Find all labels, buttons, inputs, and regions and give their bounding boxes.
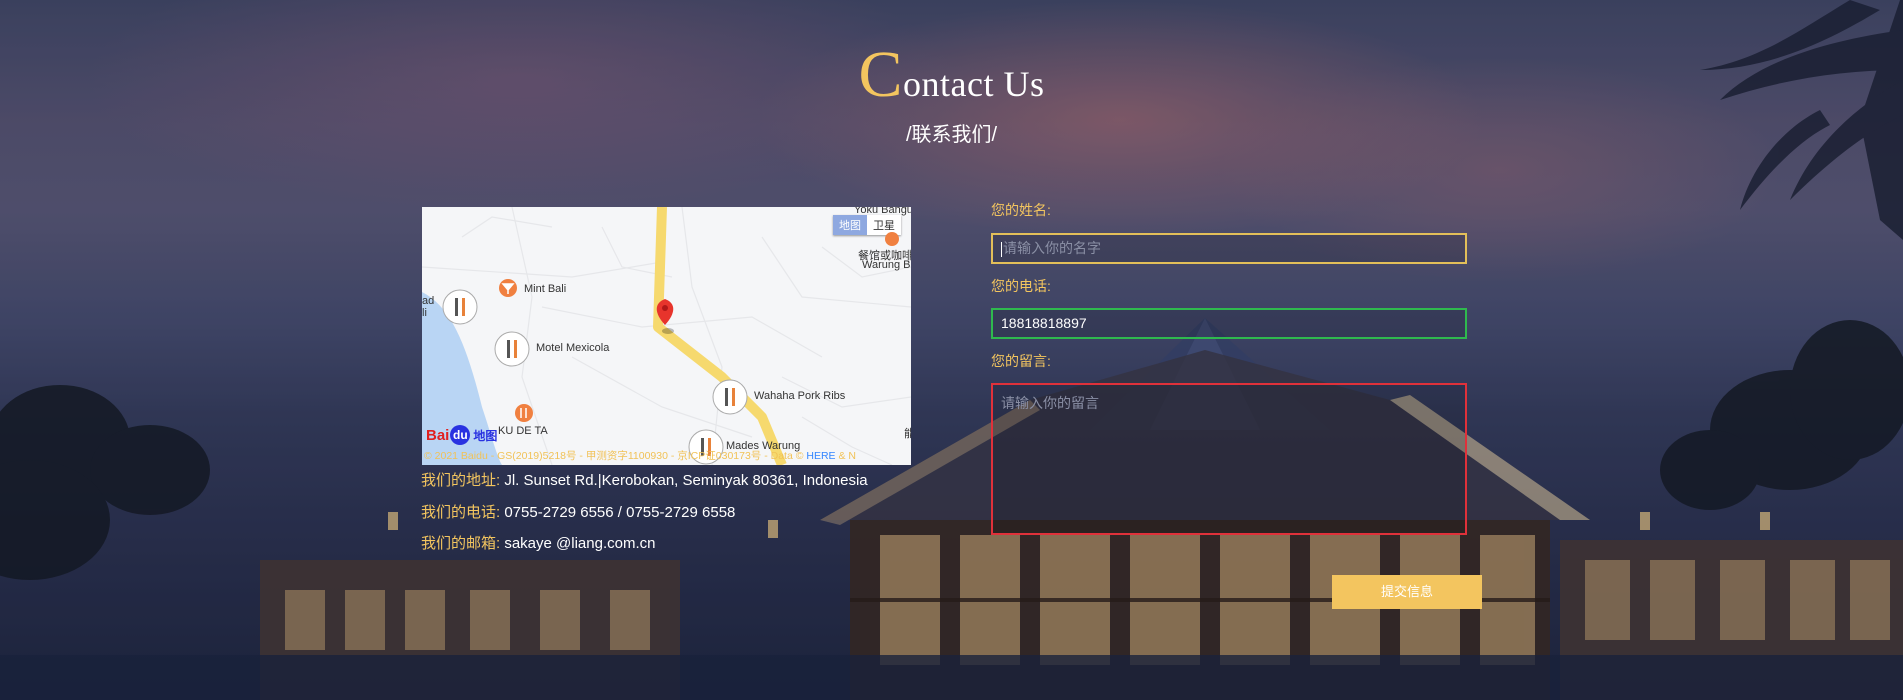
name-placeholder: 请输入你的名字 [1003,240,1101,256]
text-caret [1001,241,1002,257]
map-type-map[interactable]: 地图 [833,215,867,235]
message-label: 您的留言: [991,353,1051,369]
map-label-warung-b: Warung B [862,259,911,271]
phone-label: 我们的电话: [421,503,501,521]
page-title: Contact Us [0,42,1903,108]
section-heading: Contact Us /联系我们/ [0,42,1903,147]
phone-input[interactable]: 18818818897 [991,308,1467,339]
here-link[interactable]: HERE [806,450,835,462]
phone-line: 我们的电话: 0755-2729 6556 / 0755-2729 6558 [421,502,868,524]
paw-icon: du [450,425,471,445]
map-type-toggle[interactable]: 地图 卫星 [833,215,901,235]
map-type-satellite[interactable]: 卫星 [867,215,901,235]
address-value: Jl. Sunset Rd.|Kerobokan, Seminyak 80361… [500,472,868,489]
map-copyright: © 2021 Baidu - GS(2019)5218号 - 甲测资字11009… [424,450,856,462]
contact-info: 我们的地址: Jl. Sunset Rd.|Kerobokan, Seminya… [421,470,868,565]
map-label-mint-bali[interactable]: Mint Bali [524,283,566,295]
submit-button[interactable]: 提交信息 [1332,575,1482,609]
map-label-ku-de-ta[interactable]: KU DE TA [498,425,548,437]
title-initial: C [858,38,904,111]
map-label-left-ad: ad [422,295,435,307]
name-label: 您的姓名: [991,202,1051,218]
contact-form: 您的姓名: 请输入你的名字 您的电话: 18818818897 您的留言: 请输… [991,200,1467,535]
name-input[interactable]: 请输入你的名字 [991,233,1467,264]
map-label-motel-mexicola[interactable]: Motel Mexicola [536,342,609,354]
map-label-yoku: Yoku Bangunan [854,207,911,216]
message-textarea[interactable]: 请输入你的留言 [991,383,1467,535]
phone-value: 0755-2729 6556 / 0755-2729 6558 [500,503,736,521]
map-label-left-li: li [422,307,427,319]
baidu-map-logo[interactable]: Bai du 地图 [426,425,497,445]
email-value: sakaye @liang.com.cn [500,535,656,552]
address-line: 我们的地址: Jl. Sunset Rd.|Kerobokan, Seminya… [421,470,868,492]
page-subtitle: /联系我们/ [905,124,998,146]
address-label: 我们的地址: [421,472,501,489]
map-label-right-edge: 能 [904,428,911,440]
email-label: 我们的邮箱: [421,535,501,552]
phone-label: 您的电话: [991,278,1051,294]
map-label-wahaha[interactable]: Wahaha Pork Ribs [754,390,845,402]
email-line: 我们的邮箱: sakaye @liang.com.cn [421,533,868,555]
title-rest: ontact Us [903,64,1045,104]
baidu-map[interactable]: 地图 卫星 Yoku Bangunan 餐馆或咖啡 Warung B ad li… [422,207,911,465]
